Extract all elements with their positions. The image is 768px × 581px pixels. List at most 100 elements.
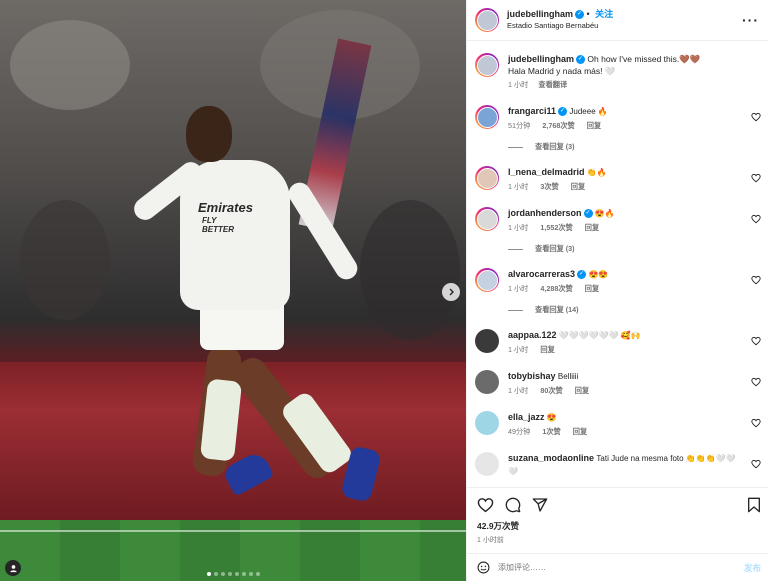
comment-time: 1 小时 [508, 386, 529, 395]
comment-text: 😍😍 [588, 270, 609, 279]
player-head [186, 106, 232, 162]
comment-text: 😍 [546, 413, 557, 422]
emoji-icon[interactable] [477, 561, 490, 574]
comment-item: tobybishay Belliiii 1 小时 80次赞 回复 [475, 370, 761, 397]
comment-likes[interactable]: 80次赞 [540, 386, 562, 395]
verified-icon: ✓ [583, 209, 593, 219]
heart-icon[interactable] [751, 377, 761, 387]
caption-author[interactable]: judebellingham [508, 54, 574, 64]
comment-text: 🤍🤍🤍🤍🤍🤍 🥰🙌 [558, 331, 641, 340]
reply-button[interactable]: 回复 [585, 223, 599, 232]
bookmark-icon[interactable] [747, 497, 761, 513]
carousel-indicator [207, 572, 260, 576]
view-replies-button[interactable]: 查看回复 (3) [508, 142, 761, 152]
divider [508, 248, 523, 250]
carousel-dot [249, 572, 253, 576]
next-slide-button[interactable] [442, 283, 460, 301]
post-time: 1 小时前 [477, 537, 504, 544]
avatar[interactable] [475, 370, 499, 394]
verified-icon: ✓ [577, 270, 587, 280]
post-media[interactable]: Emirates FLY BETTER [0, 0, 466, 581]
reply-button[interactable]: 回复 [575, 386, 589, 395]
view-replies-label: 查看回复 (3) [535, 244, 575, 253]
shirt-sponsor: Emirates [198, 200, 253, 215]
shirt-sponsor-tagline: FLY BETTER [202, 216, 234, 234]
comment-likes[interactable]: 3次赞 [540, 182, 558, 191]
translate-link[interactable]: 查看翻译 [538, 80, 567, 89]
comment-author[interactable]: tobybishay [508, 371, 556, 381]
divider [508, 309, 523, 311]
avatar[interactable] [475, 53, 499, 77]
comment-time: 49分钟 [508, 427, 531, 436]
comment-item: l_nena_delmadrid 👏🔥 1 小时 3次赞 回复 [475, 166, 761, 193]
comment-item: alvarocarreras3 ✓ 😍😍 1 小时 4,288次赞 回复 [475, 268, 761, 295]
comment-author[interactable]: aappaa.122 [508, 330, 557, 340]
follow-button[interactable]: 关注 [595, 9, 613, 19]
comment-likes[interactable]: 2,768次赞 [542, 121, 574, 130]
comment-author[interactable]: suzana_modaonline [508, 453, 594, 463]
reply-button[interactable]: 回复 [571, 182, 585, 191]
carousel-dot [228, 572, 232, 576]
comment-author[interactable]: ella_jazz [508, 412, 545, 422]
share-icon[interactable] [532, 497, 548, 513]
divider [508, 146, 523, 148]
heart-icon[interactable] [751, 459, 761, 469]
reply-button[interactable]: 回复 [585, 284, 599, 293]
carousel-dot [207, 572, 211, 576]
reply-button[interactable]: 回复 [540, 345, 554, 354]
comment-time: 51分钟 [508, 121, 531, 130]
user-tag-icon [9, 564, 17, 572]
view-replies-button[interactable]: 查看回复 (14) [508, 305, 761, 315]
view-replies-button[interactable]: 查看回复 (3) [508, 244, 761, 254]
heart-icon[interactable] [751, 214, 761, 224]
avatar[interactable] [475, 268, 499, 292]
user-tag-button[interactable] [5, 560, 21, 576]
comment-author[interactable]: alvarocarreras3 [508, 269, 575, 279]
avatar[interactable] [475, 452, 499, 476]
heart-icon[interactable] [477, 497, 494, 513]
verified-icon: ✓ [575, 10, 585, 20]
post-caption: judebellingham ✓ Oh how I've missed this.… [475, 41, 761, 91]
avatar[interactable] [475, 166, 499, 190]
post-header: judebellingham ✓ • 关注 Estadio Santiago Be… [467, 0, 768, 41]
caption-time: 1 小时 [508, 80, 529, 89]
like-count[interactable]: 42.9万次赞 [477, 520, 761, 532]
crowd-background [20, 200, 110, 320]
verified-icon: ✓ [576, 55, 586, 65]
comment-author[interactable]: l_nena_delmadrid [508, 167, 585, 177]
comment-item: frangarci11 ✓ Judeee 🔥 51分钟 2,768次赞 回复 [475, 105, 761, 132]
comment-icon[interactable] [505, 497, 521, 513]
heart-icon[interactable] [751, 336, 761, 346]
reply-button[interactable]: 回复 [573, 427, 587, 436]
heart-icon[interactable] [751, 418, 761, 428]
reply-button[interactable]: 回复 [587, 121, 601, 130]
comment-author[interactable]: jordanhenderson [508, 208, 582, 218]
heart-icon[interactable] [751, 112, 761, 122]
heart-icon[interactable] [751, 275, 761, 285]
post-author[interactable]: judebellingham [507, 9, 573, 19]
more-icon[interactable]: ··· [742, 12, 759, 28]
avatar[interactable] [475, 8, 499, 32]
verified-icon: ✓ [558, 107, 568, 117]
player-shirt [180, 160, 290, 310]
comment-time: 1 小时 [508, 284, 529, 293]
post-location[interactable]: Estadio Santiago Bernabéu [507, 20, 742, 32]
carousel-dot [221, 572, 225, 576]
comment-text: Judeee 🔥 [569, 107, 608, 116]
comment-text: 👏🔥 [586, 168, 607, 177]
post-comment-button[interactable]: 发布 [744, 562, 761, 574]
comment-likes[interactable]: 1次赞 [542, 427, 560, 436]
comment-author[interactable]: frangarci11 [508, 106, 556, 116]
comments-list[interactable]: judebellingham ✓ Oh how I've missed this.… [467, 41, 768, 487]
post-panel: judebellingham ✓ • 关注 Estadio Santiago Be… [466, 0, 768, 581]
avatar[interactable] [475, 105, 499, 129]
comment-text: Belliiii [557, 372, 579, 381]
avatar[interactable] [475, 207, 499, 231]
avatar[interactable] [475, 329, 499, 353]
heart-icon[interactable] [751, 173, 761, 183]
comment-time: 1 小时 [508, 223, 529, 232]
avatar[interactable] [475, 411, 499, 435]
comment-input[interactable] [498, 563, 744, 572]
comment-likes[interactable]: 1,552次赞 [540, 223, 572, 232]
comment-likes[interactable]: 4,288次赞 [540, 284, 572, 293]
